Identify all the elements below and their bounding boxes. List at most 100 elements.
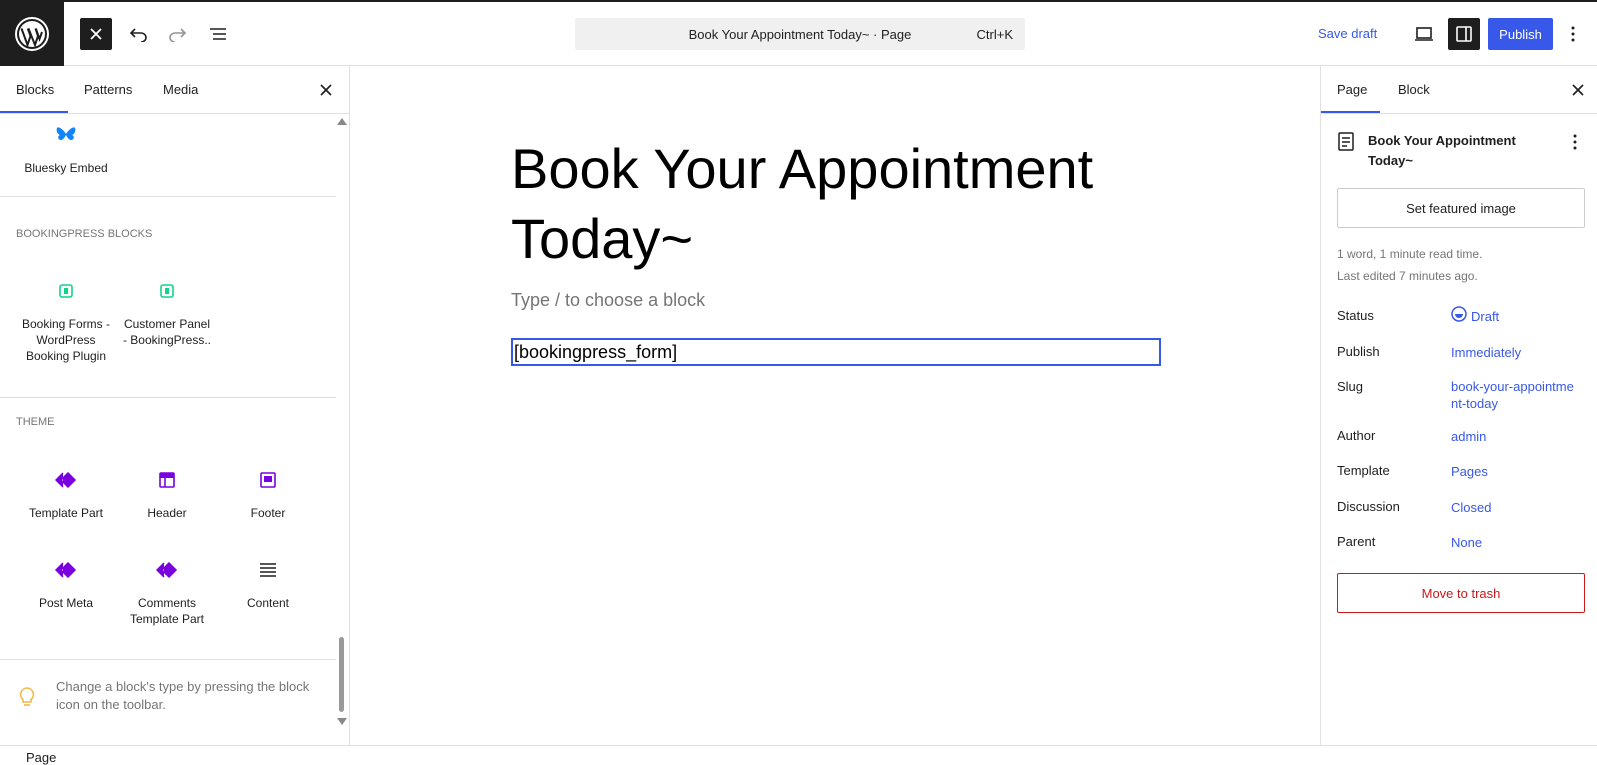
- sidebar-tabs: Page Block: [1321, 66, 1597, 114]
- scroll-down-arrow-icon[interactable]: [337, 718, 347, 725]
- tab-blocks[interactable]: Blocks: [16, 66, 54, 114]
- page-actions-button[interactable]: [1565, 130, 1585, 154]
- inserter-tabs: Blocks Patterns Media: [0, 66, 350, 114]
- active-tab-indicator: [1321, 111, 1380, 113]
- undo-icon: [129, 28, 147, 42]
- block-label: Customer Panel - BookingPress..: [122, 317, 212, 347]
- word-count-text: 1 word, 1 minute read time.: [1337, 247, 1483, 261]
- settings-toggle-button[interactable]: [1448, 18, 1480, 50]
- save-draft-button[interactable]: Save draft: [1318, 18, 1377, 50]
- discussion-value-button[interactable]: Closed: [1451, 499, 1491, 516]
- discussion-label: Discussion: [1337, 499, 1400, 514]
- block-label: Bluesky Embed: [24, 161, 108, 175]
- close-icon: [1572, 84, 1584, 96]
- post-title[interactable]: Book Your Appointment Today~: [511, 134, 1151, 274]
- block-label: Booking Forms - WordPress Booking Plugin: [21, 317, 111, 363]
- publish-button[interactable]: Publish: [1488, 18, 1553, 50]
- settings-sidebar: Page Block Book Your Appointment Today~ …: [1320, 66, 1597, 745]
- block-breadcrumb-footer: Page: [0, 745, 1597, 765]
- parent-label: Parent: [1337, 534, 1376, 549]
- close-sidebar-button[interactable]: [1566, 78, 1590, 102]
- slug-value-button[interactable]: book-your-appointment-today: [1451, 378, 1581, 412]
- tab-patterns[interactable]: Patterns: [84, 66, 132, 114]
- top-toolbar: Book Your Appointment Today~ · Page Ctrl…: [0, 2, 1597, 66]
- category-title-bookingpress: BOOKINGPRESS BLOCKS: [16, 228, 153, 240]
- close-icon: [90, 28, 102, 40]
- slug-label: Slug: [1337, 379, 1364, 394]
- block-item-template-part[interactable]: Template Part: [16, 467, 116, 521]
- lines-icon: [218, 557, 318, 583]
- move-to-trash-button[interactable]: Move to trash: [1337, 573, 1585, 613]
- block-item-header[interactable]: Header: [117, 467, 217, 521]
- redo-icon: [169, 28, 187, 42]
- status-value-button[interactable]: Draft: [1471, 308, 1499, 325]
- block-item-footer[interactable]: Footer: [218, 467, 318, 521]
- sidebar-icon: [1456, 26, 1472, 42]
- more-vertical-icon: [1573, 134, 1577, 150]
- close-inserter-button[interactable]: [80, 18, 112, 50]
- preview-button[interactable]: [1408, 18, 1440, 50]
- author-label: Author: [1337, 428, 1376, 443]
- block-appender-placeholder[interactable]: Type / to choose a block: [511, 290, 705, 311]
- list-view-icon: [210, 28, 226, 40]
- template-label: Template: [1337, 463, 1390, 478]
- diamond-icon: [16, 557, 116, 583]
- block-label: Header: [147, 506, 187, 520]
- block-label: Post Meta: [38, 596, 94, 610]
- block-item-booking-forms[interactable]: Booking Forms - WordPress Booking Plugin: [16, 278, 116, 364]
- undo-button[interactable]: [122, 18, 154, 50]
- diamond-icon: [16, 467, 116, 493]
- redo-button[interactable]: [162, 18, 194, 50]
- draft-status-icon: [1451, 306, 1467, 325]
- parent-value-button[interactable]: None: [1451, 534, 1482, 551]
- block-item-comments-template-part[interactable]: Comments Template Part: [117, 557, 217, 627]
- bookingpress-icon: [16, 278, 116, 304]
- header-icon: [117, 467, 217, 493]
- status-label: Status: [1337, 308, 1374, 323]
- inserter-scrollbar[interactable]: [334, 114, 348, 729]
- editor-app: Book Your Appointment Today~ · Page Ctrl…: [0, 0, 1597, 765]
- command-bar-title: Book Your Appointment Today~ · Page: [688, 26, 912, 42]
- command-palette-bar[interactable]: Book Your Appointment Today~ · Page Ctrl…: [575, 18, 1025, 50]
- tab-block[interactable]: Block: [1398, 66, 1430, 114]
- scroll-up-arrow-icon[interactable]: [337, 118, 347, 125]
- inserter-block-list: Bluesky Embed BOOKINGPRESS BLOCKS Bookin…: [0, 114, 350, 659]
- divider: [0, 397, 336, 398]
- block-item-post-meta[interactable]: Post Meta: [16, 557, 116, 611]
- editor-canvas: Book Your Appointment Today~ Type / to c…: [351, 66, 1320, 745]
- close-inserter-panel-button[interactable]: [314, 78, 338, 102]
- tab-page[interactable]: Page: [1337, 66, 1367, 114]
- block-item-customer-panel[interactable]: Customer Panel - BookingPress..: [117, 278, 217, 348]
- close-icon: [320, 84, 332, 96]
- block-label: Comments Template Part: [129, 596, 205, 626]
- wordpress-logo-icon[interactable]: [0, 2, 64, 66]
- tip-text: Change a block's type by pressing the bl…: [56, 679, 310, 712]
- more-vertical-icon: [1571, 26, 1575, 42]
- divider: [0, 196, 336, 197]
- category-title-theme: THEME: [16, 416, 55, 428]
- footer-icon: [218, 467, 318, 493]
- command-bar-shortcut: Ctrl+K: [976, 27, 1013, 42]
- page-icon: [1337, 132, 1355, 155]
- document-overview-button[interactable]: [202, 18, 234, 50]
- block-label: Template Part: [28, 506, 104, 520]
- author-value-button[interactable]: admin: [1451, 428, 1486, 445]
- scrollbar-thumb[interactable]: [339, 637, 344, 712]
- shortcode-block[interactable]: [bookingpress_form]: [511, 338, 1161, 366]
- template-value-button[interactable]: Pages: [1451, 463, 1488, 480]
- block-label: Footer: [250, 506, 286, 520]
- breadcrumb[interactable]: Page: [26, 750, 56, 765]
- diamond-icon: [117, 557, 217, 583]
- set-featured-image-button[interactable]: Set featured image: [1337, 188, 1585, 228]
- bookingpress-icon: [117, 278, 217, 304]
- block-item-content[interactable]: Content: [218, 557, 318, 611]
- tab-media[interactable]: Media: [163, 66, 198, 114]
- publish-label: Publish: [1337, 344, 1380, 359]
- options-button[interactable]: [1561, 18, 1585, 50]
- bluesky-icon: [16, 122, 116, 148]
- publish-value-button[interactable]: Immediately: [1451, 344, 1521, 361]
- lightbulb-icon: [18, 686, 36, 711]
- page-summary-title: Book Your Appointment Today~: [1368, 133, 1516, 168]
- block-inserter-panel: Blocks Patterns Media Bluesky Embed BOOK…: [0, 66, 350, 745]
- block-item-bluesky-embed[interactable]: Bluesky Embed: [16, 122, 116, 176]
